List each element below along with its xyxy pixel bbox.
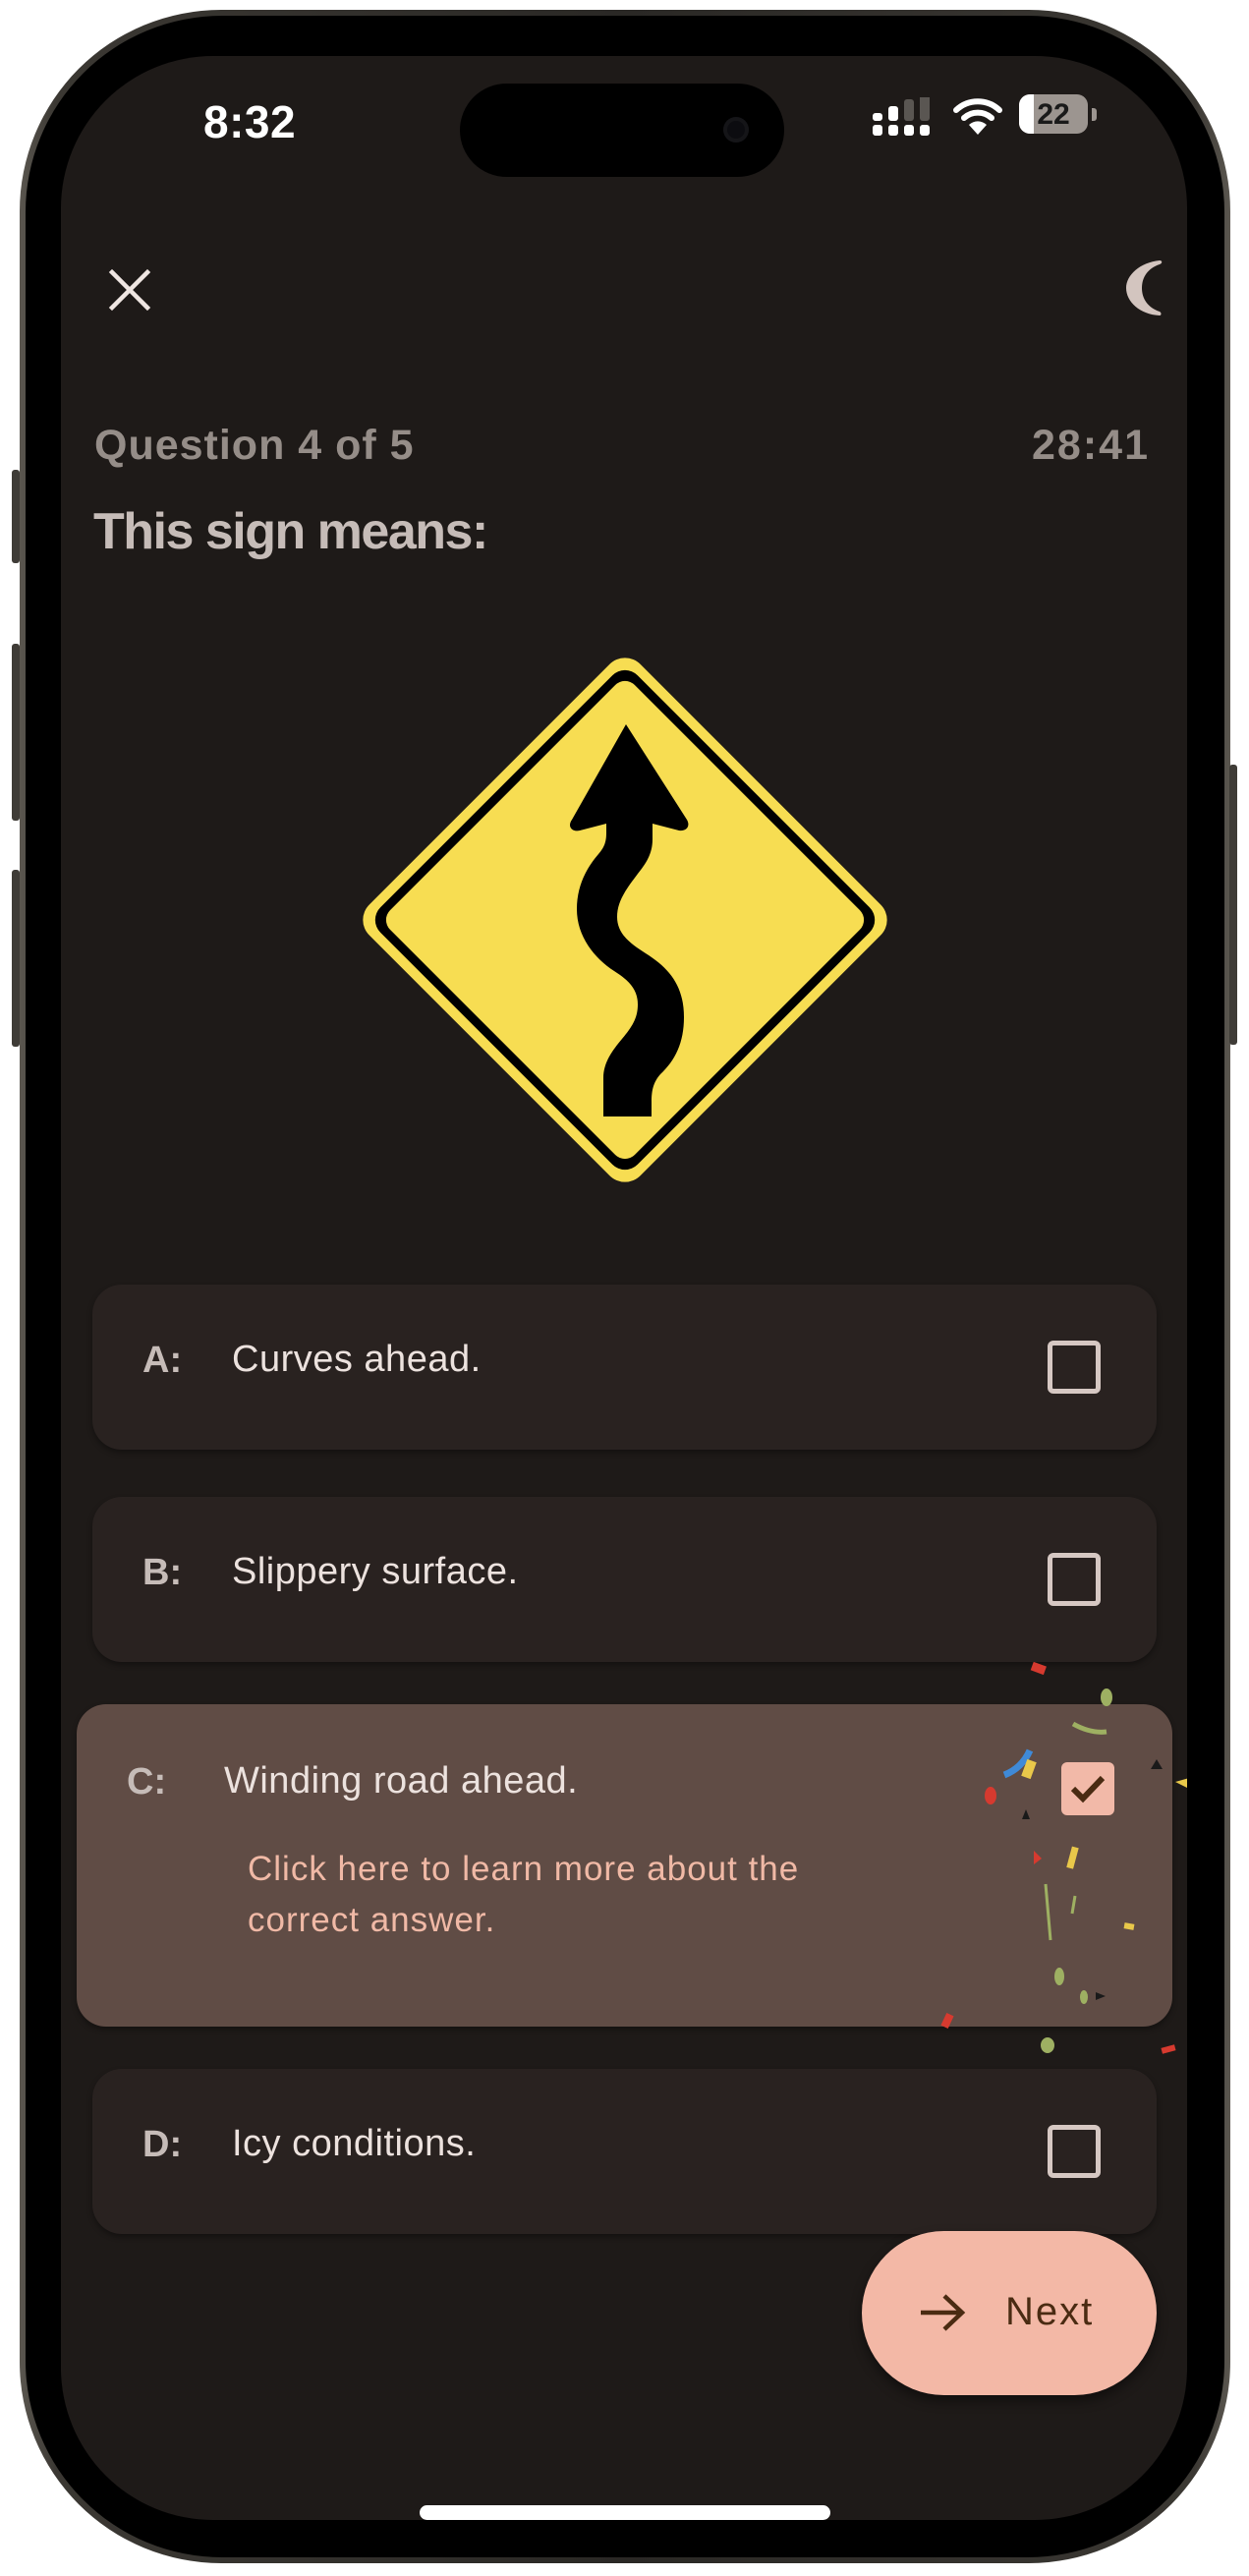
moon-icon[interactable] <box>1122 258 1169 318</box>
option-checkbox-checked[interactable] <box>1061 1762 1114 1815</box>
option-letter: A: <box>142 1340 183 1381</box>
next-label: Next <box>1005 2290 1095 2333</box>
battery-cap <box>1092 108 1097 121</box>
signal-bar <box>873 113 882 121</box>
signal-bar <box>904 99 914 121</box>
next-button[interactable]: Next <box>862 2231 1157 2395</box>
question-prompt: This sign means: <box>93 503 488 560</box>
option-text: Winding road ahead. <box>224 1760 579 1802</box>
question-counter: Question 4 of 5 <box>94 422 415 469</box>
option-letter: D: <box>142 2124 183 2165</box>
signal-bar <box>888 106 898 121</box>
power-button <box>1229 765 1237 1045</box>
battery-icon: 22 <box>1019 94 1088 134</box>
option-b[interactable]: B: Slippery surface. <box>92 1497 1157 1662</box>
volume-up-button <box>12 644 20 821</box>
battery-percent: 22 <box>1037 98 1070 131</box>
confetti-piece <box>1175 1778 1187 1788</box>
dynamic-island <box>460 84 784 177</box>
option-d[interactable]: D: Icy conditions. <box>92 2069 1157 2234</box>
arrow-right-icon <box>921 2294 966 2331</box>
winding-road-sign-image <box>363 658 887 1182</box>
action-button <box>12 470 20 563</box>
status-time: 8:32 <box>203 96 297 147</box>
confetti-piece <box>1161 2044 1176 2054</box>
signal-dot <box>873 125 882 136</box>
close-icon[interactable] <box>104 264 155 315</box>
option-text: Slippery surface. <box>232 1551 519 1592</box>
signal-dot <box>904 125 914 136</box>
checkmark-icon <box>1070 1775 1106 1803</box>
option-text: Icy conditions. <box>232 2123 477 2164</box>
option-letter: C: <box>127 1761 167 1803</box>
option-checkbox[interactable] <box>1048 1553 1101 1606</box>
option-c-selected[interactable]: C: Winding road ahead. Click here to lea… <box>77 1704 1172 2027</box>
signal-dot <box>920 125 930 136</box>
volume-down-button <box>12 870 20 1047</box>
signal-bar <box>920 97 930 121</box>
learn-more-link[interactable]: Click here to learn more about the corre… <box>248 1844 916 1946</box>
home-indicator[interactable] <box>420 2505 830 2520</box>
signal-icon <box>873 97 930 136</box>
option-checkbox[interactable] <box>1048 2125 1101 2178</box>
signal-dot <box>888 125 898 136</box>
wifi-icon <box>953 98 1002 135</box>
option-a[interactable]: A: Curves ahead. <box>92 1285 1157 1450</box>
option-checkbox[interactable] <box>1048 1341 1101 1394</box>
confetti-piece <box>1041 2037 1054 2053</box>
option-letter: B: <box>142 1552 183 1593</box>
quiz-timer: 28:41 <box>1032 422 1150 469</box>
app-screen: 8:32 22 Question 4 of 5 28:41 This sign … <box>61 56 1187 2520</box>
camera-icon <box>723 117 749 143</box>
confetti-piece <box>1030 1661 1047 1676</box>
option-text: Curves ahead. <box>232 1339 482 1380</box>
